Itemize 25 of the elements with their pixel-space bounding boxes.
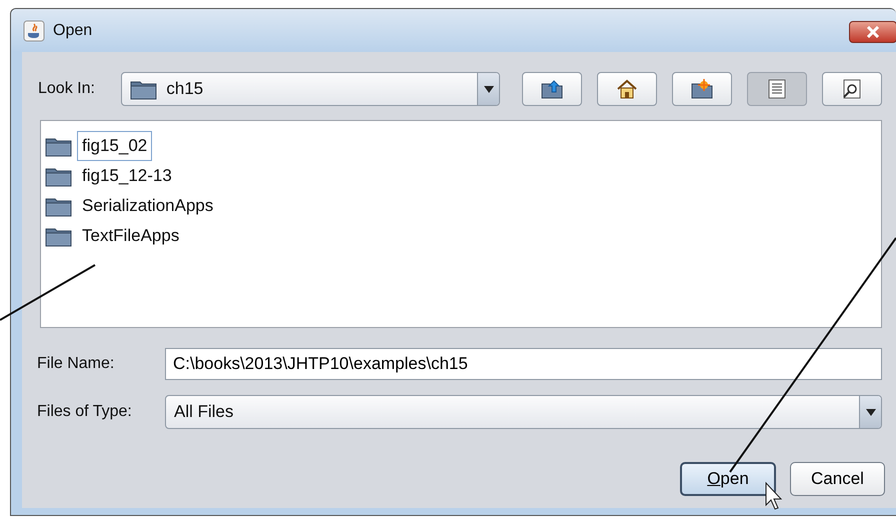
look-in-dropdown[interactable]: ch15 [121,72,500,106]
folder-item[interactable]: SerializationApps [77,191,218,221]
java-icon [23,20,45,42]
file-type-dropdown[interactable]: All Files [165,395,882,429]
folder-item[interactable]: fig15_02 [77,131,152,161]
cancel-button[interactable]: Cancel [790,462,885,496]
new-folder-button[interactable] [672,72,732,106]
window-title: Open [53,20,92,40]
file-name-field[interactable]: C:\books\2013\JHTP10\examples\ch15 [165,348,882,380]
details-view-button[interactable] [822,72,882,106]
close-icon [866,26,880,38]
folder-item[interactable]: TextFileApps [77,221,184,251]
folder-item[interactable]: fig15_12-13 [77,161,177,191]
new-folder-icon [689,77,715,101]
file-type-label: Files of Type: [37,402,133,422]
cursor-icon [766,482,782,510]
home-button[interactable] [597,72,657,106]
list-view-button[interactable] [747,72,807,106]
caret-icon [866,407,876,417]
file-name-label: File Name: [37,354,116,374]
open-button[interactable]: Open [680,462,776,496]
close-button[interactable] [849,21,896,43]
look-in-label: Look In: [38,79,96,99]
caret-icon [484,84,494,94]
folder-up-button[interactable] [522,72,582,106]
